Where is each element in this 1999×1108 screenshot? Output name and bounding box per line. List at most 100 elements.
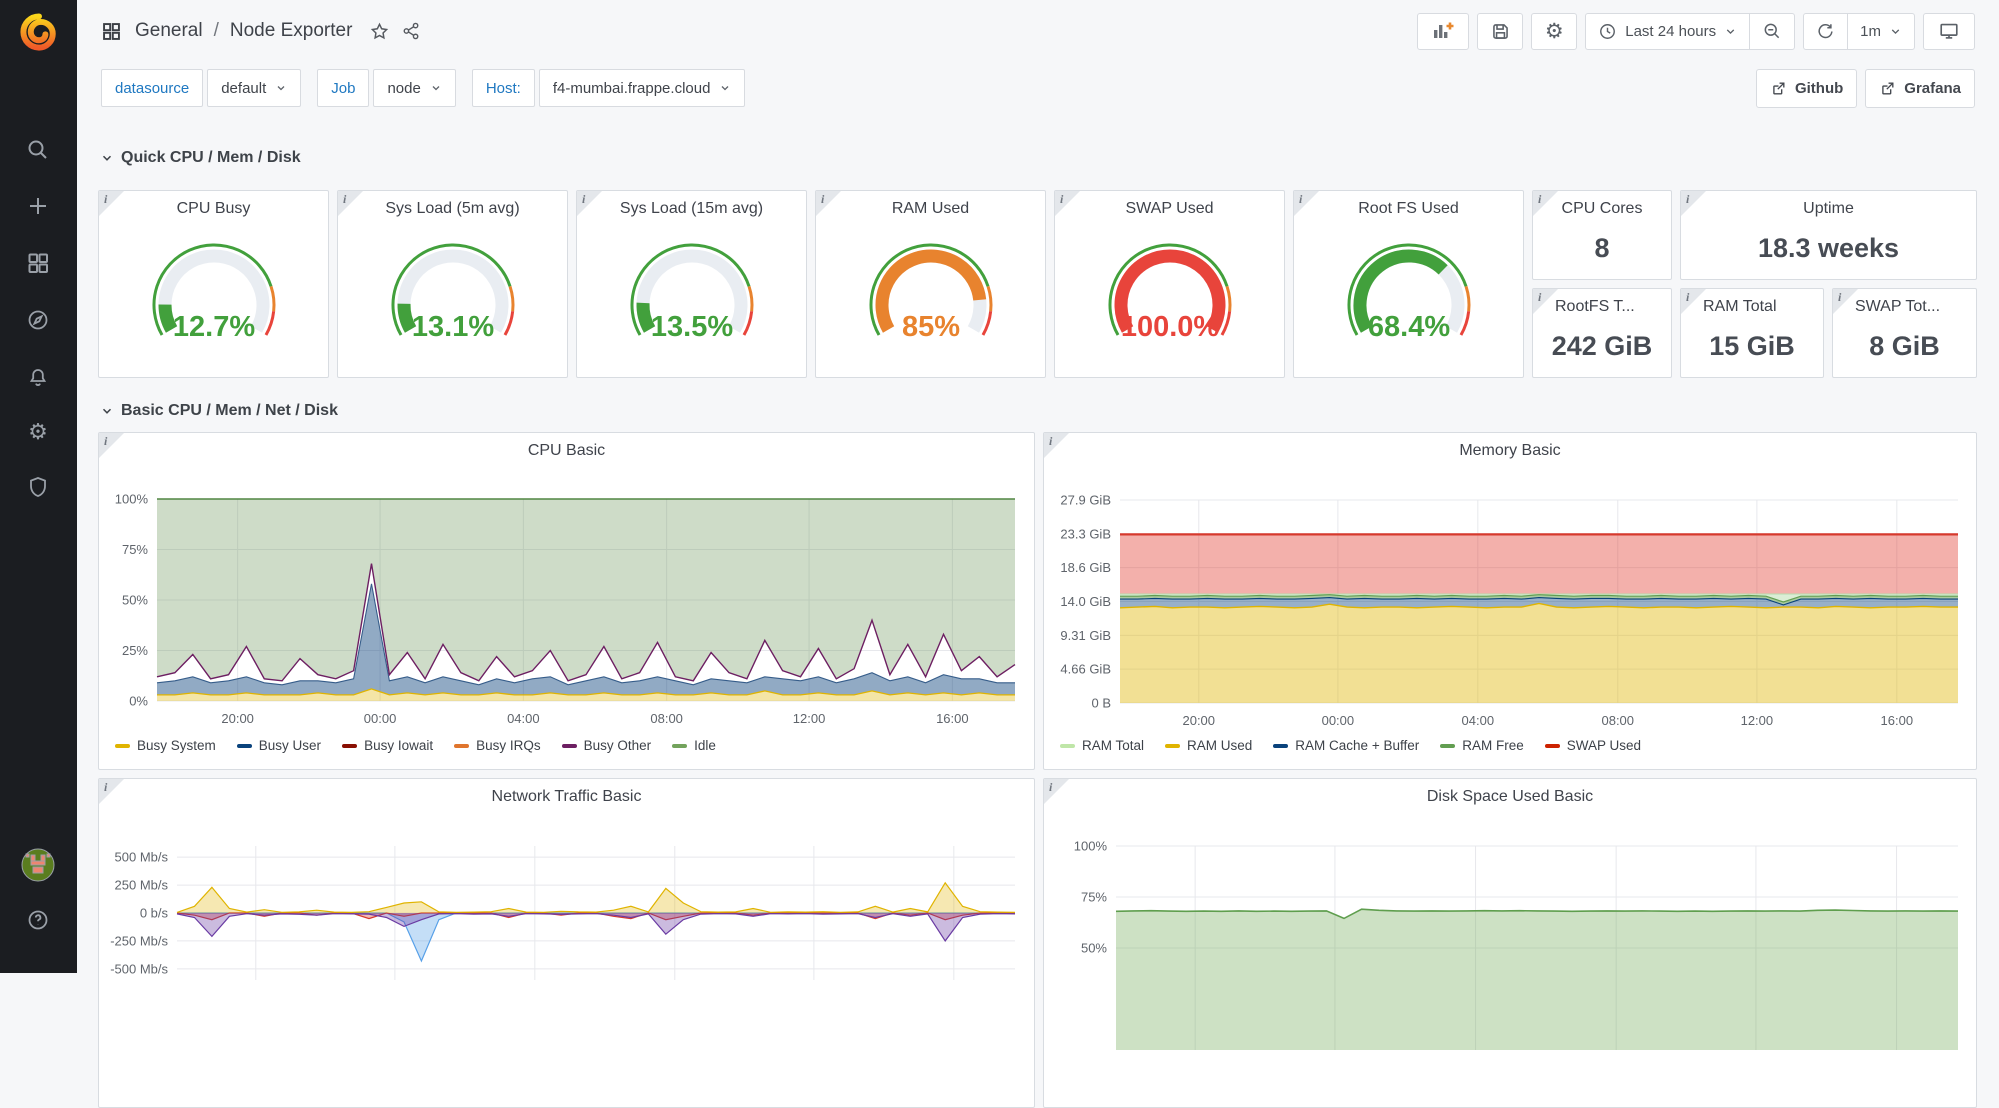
legend-swatch <box>1440 744 1455 748</box>
refresh-interval-label: 1m <box>1860 23 1881 40</box>
shield-icon <box>26 475 50 499</box>
legend-item[interactable]: SWAP Used <box>1545 738 1641 753</box>
grafana-link[interactable]: Grafana <box>1865 69 1975 108</box>
panel-title[interactable]: Network Traffic Basic <box>123 788 1010 806</box>
add-panel-button[interactable] <box>1417 13 1469 50</box>
panel-memory-basic: 0 B4.66 GiB9.31 GiB14.0 GiB18.6 GiB23.3 … <box>1043 432 1977 770</box>
external-link-icon <box>1879 80 1896 97</box>
star-dashboard-button[interactable] <box>369 21 390 42</box>
variable-value-dropdown[interactable]: default <box>207 69 301 107</box>
chart-legend: Busy System Busy User Busy Iowait Busy IRQs… <box>115 738 716 753</box>
refresh-interval-button[interactable]: 1m <box>1847 14 1914 49</box>
sidebar-item-server-admin[interactable] <box>16 465 60 509</box>
y-axis-label: 50% <box>122 593 148 608</box>
gauge: 68.4% <box>1324 233 1494 355</box>
chevron-down-icon <box>1889 25 1902 38</box>
refresh-button[interactable] <box>1804 14 1847 49</box>
grafana-logo[interactable] <box>17 8 61 56</box>
panel-info-icon[interactable]: i <box>1055 191 1080 216</box>
panel-title[interactable]: RootFS T... <box>1555 298 1665 316</box>
bell-icon <box>26 365 50 389</box>
legend-label: Idle <box>694 738 716 753</box>
panel-info-icon[interactable]: i <box>1044 779 1069 804</box>
legend-item[interactable]: RAM Free <box>1440 738 1524 753</box>
panel-info-icon[interactable]: i <box>816 191 841 216</box>
share-dashboard-button[interactable] <box>401 21 421 41</box>
panel-info-icon[interactable]: i <box>338 191 363 216</box>
row-basic-cpu-mem-net-disk[interactable]: Basic CPU / Mem / Net / Disk <box>100 402 338 420</box>
gauge-value: 100.0% <box>1120 311 1219 343</box>
panel-sys-load-15m: i Sys Load (15m avg) 13.5% <box>576 190 807 378</box>
y-axis-label: 27.9 GiB <box>1060 493 1111 508</box>
panel-title[interactable]: Memory Basic <box>1068 442 1952 460</box>
panel-title[interactable]: Sys Load (15m avg) <box>601 200 782 218</box>
sidebar-item-help[interactable] <box>16 898 60 942</box>
sidebar-item-dashboards[interactable] <box>16 241 60 285</box>
panel-title[interactable]: SWAP Used <box>1079 200 1260 218</box>
y-axis-label: 25% <box>122 643 148 658</box>
refresh-icon <box>1816 22 1835 41</box>
sidebar-item-explore[interactable] <box>16 298 60 342</box>
variable-job: Job node <box>317 69 456 107</box>
legend-label: RAM Used <box>1187 738 1252 753</box>
panel-title[interactable]: CPU Cores <box>1543 200 1661 218</box>
panel-info-icon[interactable]: i <box>1044 433 1069 458</box>
y-axis-label: 100% <box>1074 839 1108 854</box>
legend-item[interactable]: Busy IRQs <box>454 738 541 753</box>
legend-label: Busy Other <box>584 738 652 753</box>
sidebar-item-configuration[interactable]: ⚙ <box>16 410 60 454</box>
panel-title[interactable]: Root FS Used <box>1318 200 1499 218</box>
chevron-down-icon <box>100 151 114 165</box>
legend-item[interactable]: RAM Total <box>1060 738 1144 753</box>
time-range-button[interactable]: Last 24 hours <box>1586 14 1749 49</box>
zoom-out-button[interactable] <box>1749 14 1794 49</box>
panel-info-icon[interactable]: i <box>99 191 124 216</box>
panel-info-icon[interactable]: i <box>1681 191 1706 216</box>
sidebar-item-create[interactable] <box>16 184 60 228</box>
cpu-basic-chart: 0%25%50%75%100%20:0000:0004:0008:0012:00… <box>99 433 1035 770</box>
user-avatar[interactable] <box>16 843 60 887</box>
chevron-down-icon <box>719 82 731 94</box>
kiosk-mode-button[interactable] <box>1923 13 1975 50</box>
panel-info-icon[interactable]: i <box>577 191 602 216</box>
panel-info-icon[interactable]: i <box>99 433 124 458</box>
legend-item[interactable]: Busy Iowait <box>342 738 433 753</box>
legend-item[interactable]: RAM Used <box>1165 738 1252 753</box>
top-navbar: General / Node Exporter ⚙ Last 24 hours <box>77 0 1999 62</box>
panel-swap-total: i SWAP Tot... 8 GiB <box>1832 288 1977 378</box>
breadcrumb-page[interactable]: Node Exporter <box>230 20 353 42</box>
panel-title[interactable]: Sys Load (5m avg) <box>362 200 543 218</box>
legend-label: Busy User <box>259 738 321 753</box>
y-axis-label: 75% <box>1081 890 1107 905</box>
legend-item[interactable]: Idle <box>672 738 716 753</box>
save-dashboard-button[interactable] <box>1477 13 1523 50</box>
panel-title[interactable]: RAM Total <box>1703 298 1817 316</box>
dashboard-grid-icon <box>101 21 122 42</box>
dashboard-settings-button[interactable]: ⚙ <box>1531 13 1577 50</box>
panel-sys-load-5m: i Sys Load (5m avg) 13.1% <box>337 190 568 378</box>
panel-title[interactable]: CPU Busy <box>123 200 304 218</box>
x-axis-label: 16:00 <box>936 711 969 726</box>
legend-item[interactable]: Busy System <box>115 738 216 753</box>
panel-title[interactable]: RAM Used <box>840 200 1021 218</box>
panel-info-icon[interactable]: i <box>1294 191 1319 216</box>
github-link[interactable]: Github <box>1756 69 1857 108</box>
panel-title[interactable]: SWAP Tot... <box>1855 298 1970 316</box>
sidebar-item-search[interactable] <box>16 128 60 172</box>
variable-value-dropdown[interactable]: f4-mumbai.frappe.cloud <box>539 69 746 107</box>
legend-item[interactable]: RAM Cache + Buffer <box>1273 738 1419 753</box>
y-axis-label: 0 B <box>1091 696 1111 711</box>
legend-item[interactable]: Busy User <box>237 738 321 753</box>
panel-title[interactable]: Uptime <box>1705 200 1952 218</box>
legend-label: RAM Free <box>1462 738 1524 753</box>
breadcrumb-section[interactable]: General <box>135 20 203 42</box>
legend-label: Busy System <box>137 738 216 753</box>
row-quick-cpu-mem-disk[interactable]: Quick CPU / Mem / Disk <box>100 149 301 167</box>
time-range-label: Last 24 hours <box>1625 23 1716 40</box>
panel-title[interactable]: Disk Space Used Basic <box>1068 788 1952 806</box>
legend-item[interactable]: Busy Other <box>562 738 652 753</box>
variable-value-dropdown[interactable]: node <box>373 69 455 107</box>
sidebar-item-alerting[interactable] <box>16 355 60 399</box>
panel-info-icon[interactable]: i <box>99 779 124 804</box>
panel-title[interactable]: CPU Basic <box>123 442 1010 460</box>
